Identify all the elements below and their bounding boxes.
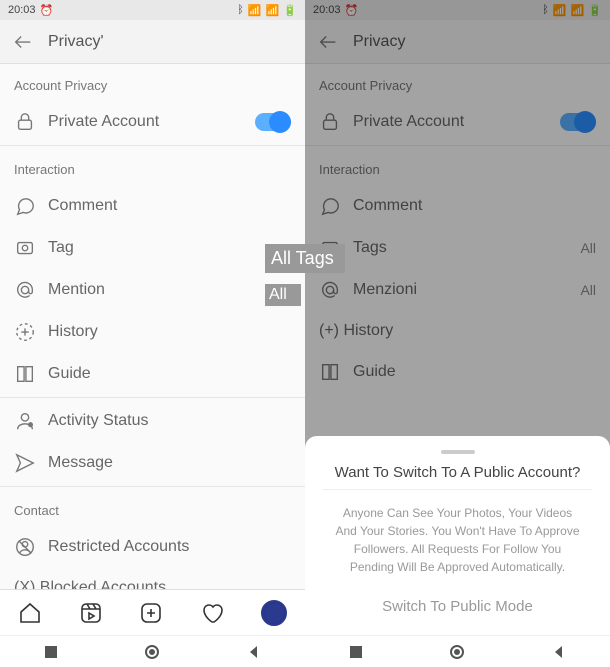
overlay-all: All bbox=[265, 284, 301, 306]
bluetooth-icon: ᛒ bbox=[237, 4, 244, 16]
header: Privacy' bbox=[0, 20, 305, 64]
history-label: (+) History bbox=[319, 322, 596, 340]
row-message[interactable]: Message bbox=[0, 442, 305, 484]
row-comment[interactable]: Comment bbox=[305, 185, 610, 227]
comment-icon bbox=[319, 195, 341, 217]
private-account-toggle[interactable] bbox=[255, 113, 291, 131]
message-label: Message bbox=[48, 454, 291, 472]
screen-left: 20:03⏰ ᛒ📶📶🔋 Privacy' Account Privacy Pri… bbox=[0, 0, 305, 667]
tag-value: All bbox=[580, 240, 596, 256]
status-time: 20:03 bbox=[313, 4, 341, 16]
sys-recent-icon[interactable] bbox=[43, 644, 59, 660]
battery-icon: 🔋 bbox=[588, 4, 602, 17]
alarm-icon: ⏰ bbox=[40, 4, 54, 17]
private-account-label: Private Account bbox=[48, 113, 243, 131]
tag-label: Tags bbox=[353, 239, 568, 257]
row-history[interactable]: (+) History bbox=[305, 311, 610, 351]
comment-label: Comment bbox=[48, 197, 291, 215]
content: Account Privacy Private Account Interact… bbox=[0, 64, 305, 589]
section-interaction: Interaction bbox=[0, 148, 305, 185]
guide-label: Guide bbox=[48, 365, 291, 383]
row-guide[interactable]: Guide bbox=[305, 351, 610, 393]
restricted-icon bbox=[14, 536, 36, 558]
sys-back-icon[interactable] bbox=[246, 644, 262, 660]
row-restricted[interactable]: Restricted Accounts bbox=[0, 526, 305, 568]
comment-icon bbox=[14, 195, 36, 217]
activity-label: Activity Status bbox=[48, 412, 291, 430]
row-tag[interactable]: Tag bbox=[0, 227, 305, 269]
history-label: History bbox=[48, 323, 291, 341]
guide-icon bbox=[319, 361, 341, 383]
sheet-handle[interactable] bbox=[441, 450, 475, 454]
alarm-icon: ⏰ bbox=[345, 4, 359, 17]
history-icon bbox=[14, 321, 36, 343]
battery-icon: 🔋 bbox=[283, 4, 297, 17]
bottom-sheet: Want To Switch To A Public Account? Anyo… bbox=[305, 436, 610, 635]
private-account-toggle[interactable] bbox=[560, 113, 596, 131]
header: Privacy bbox=[305, 20, 610, 64]
mention-label: Mention bbox=[48, 281, 263, 299]
sys-recent-icon[interactable] bbox=[348, 644, 364, 660]
home-icon[interactable] bbox=[18, 601, 42, 625]
statusbar: 20:03⏰ ᛒ📶📶🔋 bbox=[305, 0, 610, 20]
section-contact: Contact bbox=[0, 489, 305, 526]
sys-back-icon[interactable] bbox=[551, 644, 567, 660]
row-guide[interactable]: Guide bbox=[0, 353, 305, 395]
wifi-icon: 📶 bbox=[266, 4, 280, 17]
private-account-label: Private Account bbox=[353, 113, 548, 131]
row-mention[interactable]: Mention All bbox=[0, 269, 305, 311]
sheet-title: Want To Switch To A Public Account? bbox=[323, 464, 592, 490]
bluetooth-icon: ᛒ bbox=[542, 4, 549, 16]
tag-label: Tag bbox=[48, 239, 291, 257]
tag-icon bbox=[14, 237, 36, 259]
signal-icon: 📶 bbox=[248, 4, 262, 17]
row-comment[interactable]: Comment bbox=[0, 185, 305, 227]
guide-icon bbox=[14, 363, 36, 385]
sys-nav bbox=[305, 635, 610, 667]
screen-right: 20:03⏰ ᛒ📶📶🔋 Privacy Account Privacy Priv… bbox=[305, 0, 610, 667]
section-interaction: Interaction bbox=[305, 148, 610, 185]
row-private-account[interactable]: Private Account bbox=[305, 101, 610, 143]
add-icon[interactable] bbox=[139, 601, 163, 625]
comment-label: Comment bbox=[353, 197, 596, 215]
row-blocked[interactable]: (X) Blocked Accounts bbox=[0, 568, 305, 589]
reels-icon[interactable] bbox=[79, 601, 103, 625]
lock-icon bbox=[319, 111, 341, 133]
message-icon bbox=[14, 452, 36, 474]
section-account-privacy: Account Privacy bbox=[305, 64, 610, 101]
statusbar: 20:03⏰ ᛒ📶📶🔋 bbox=[0, 0, 305, 20]
switch-public-button[interactable]: Switch To Public Mode bbox=[323, 590, 592, 615]
sheet-body: Anyone Can See Your Photos, Your Videos … bbox=[323, 490, 592, 590]
lock-icon bbox=[14, 111, 36, 133]
back-icon[interactable] bbox=[12, 31, 34, 53]
mention-icon bbox=[319, 279, 341, 301]
restricted-label: Restricted Accounts bbox=[48, 538, 291, 556]
overlay-all-tags: All Tags bbox=[265, 244, 345, 273]
row-mention[interactable]: Menzioni All bbox=[305, 269, 610, 311]
wifi-icon: 📶 bbox=[571, 4, 585, 17]
section-account-privacy: Account Privacy bbox=[0, 64, 305, 101]
signal-icon: 📶 bbox=[553, 4, 567, 17]
row-activity-status[interactable]: Activity Status bbox=[0, 400, 305, 442]
back-icon[interactable] bbox=[317, 31, 339, 53]
mention-icon bbox=[14, 279, 36, 301]
blocked-label: (X) Blocked Accounts bbox=[14, 579, 291, 589]
row-private-account[interactable]: Private Account bbox=[0, 101, 305, 143]
profile-avatar[interactable] bbox=[261, 600, 287, 626]
status-time: 20:03 bbox=[8, 4, 36, 16]
activity-icon bbox=[14, 410, 36, 432]
row-tag[interactable]: Tags All bbox=[305, 227, 610, 269]
heart-icon[interactable] bbox=[200, 601, 224, 625]
guide-label: Guide bbox=[353, 363, 596, 381]
sys-home-icon[interactable] bbox=[449, 644, 465, 660]
sys-home-icon[interactable] bbox=[144, 644, 160, 660]
header-title: Privacy bbox=[353, 33, 405, 51]
header-title: Privacy' bbox=[48, 33, 104, 51]
bottom-nav bbox=[0, 589, 305, 635]
mention-value: All bbox=[580, 282, 596, 298]
row-history[interactable]: History bbox=[0, 311, 305, 353]
mention-label: Menzioni bbox=[353, 281, 568, 299]
sys-nav bbox=[0, 635, 305, 667]
